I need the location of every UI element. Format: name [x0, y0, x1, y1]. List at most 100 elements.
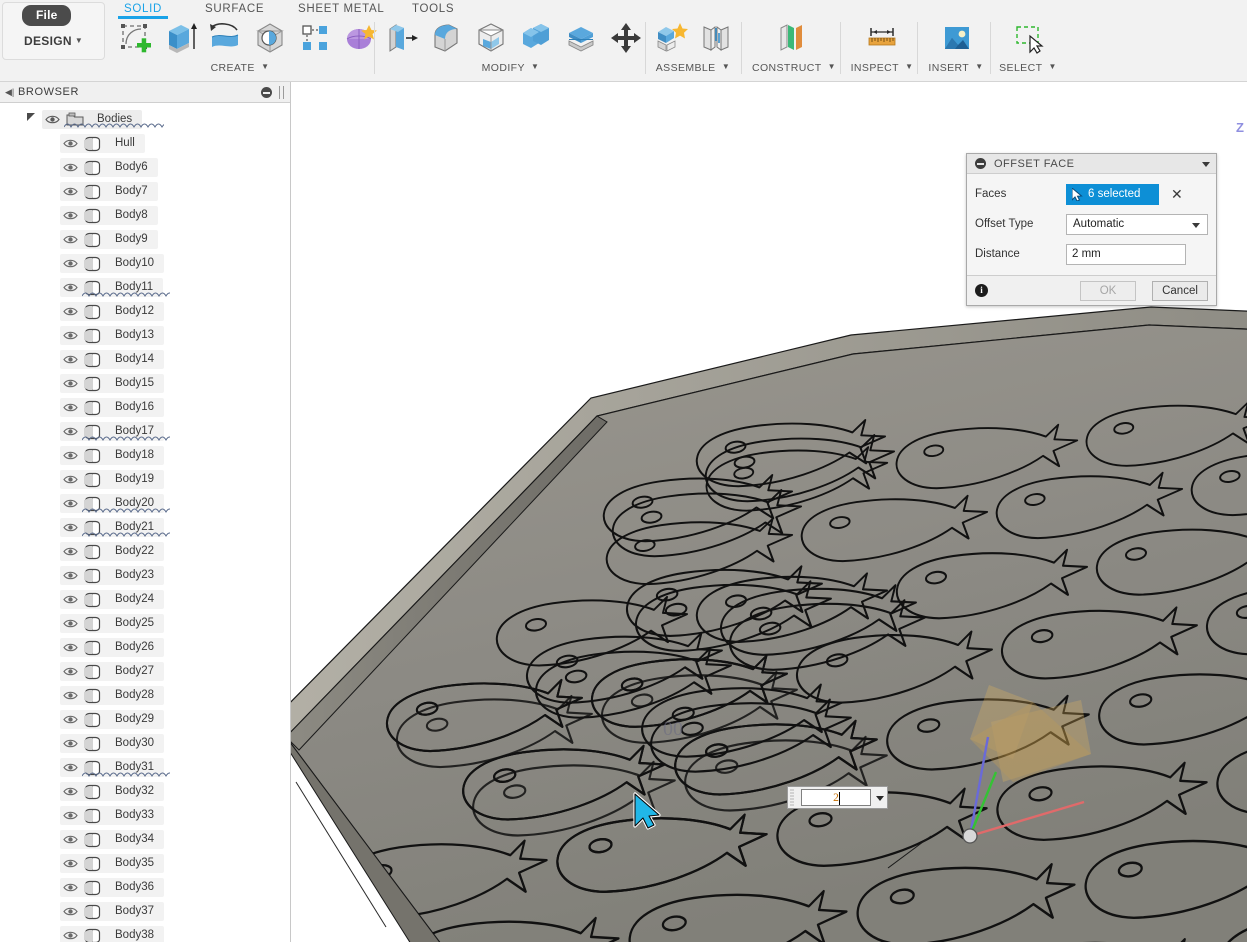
tab-tools[interactable]: TOOLS: [412, 3, 454, 15]
browser-item-body10[interactable]: Body10: [0, 251, 290, 275]
visibility-icon[interactable]: [60, 542, 82, 561]
visibility-icon[interactable]: [60, 254, 82, 273]
visibility-icon[interactable]: [60, 590, 82, 609]
visibility-icon[interactable]: [60, 614, 82, 633]
sweep-icon[interactable]: [251, 19, 289, 57]
browser-item-bodies[interactable]: Bodies: [0, 107, 290, 131]
design-workspace-dropdown[interactable]: DESIGN ▼: [24, 34, 83, 48]
browser-item-body8[interactable]: Body8: [0, 203, 290, 227]
dimension-value-field[interactable]: 2: [801, 789, 871, 806]
chevron-down-icon[interactable]: [872, 787, 887, 808]
cancel-button[interactable]: Cancel: [1152, 280, 1208, 301]
browser-item-body17[interactable]: Body17: [0, 419, 290, 443]
visibility-icon[interactable]: [60, 758, 82, 777]
browser-item-body12[interactable]: Body12: [0, 299, 290, 323]
browser-item-body35[interactable]: Body35: [0, 851, 290, 875]
visibility-icon[interactable]: [60, 566, 82, 585]
move-copy-icon[interactable]: [607, 19, 645, 57]
visibility-icon[interactable]: [60, 926, 82, 942]
ok-button[interactable]: OK: [1080, 280, 1136, 301]
ribbon-group-insert-label[interactable]: INSERT ▼: [925, 62, 987, 74]
visibility-icon[interactable]: [60, 134, 82, 153]
browser-item-body34[interactable]: Body34: [0, 827, 290, 851]
browser-item-body30[interactable]: Body30: [0, 731, 290, 755]
offset-face-icon[interactable]: [562, 19, 600, 57]
visibility-icon[interactable]: [60, 710, 82, 729]
ribbon-group-assemble-label[interactable]: ASSEMBLE ▼: [652, 62, 734, 74]
measure-icon[interactable]: [863, 19, 901, 57]
browser-item-body36[interactable]: Body36: [0, 875, 290, 899]
distance-input[interactable]: 2 mm: [1066, 243, 1186, 265]
browser-item-body13[interactable]: Body13: [0, 323, 290, 347]
tab-surface[interactable]: SURFACE: [205, 3, 264, 15]
visibility-icon[interactable]: [42, 110, 64, 129]
ribbon-group-construct-label[interactable]: CONSTRUCT ▼: [752, 62, 836, 74]
chevron-down-icon[interactable]: [1202, 162, 1210, 167]
visibility-icon[interactable]: [60, 470, 82, 489]
browser-item-body6[interactable]: Body6: [0, 155, 290, 179]
visibility-icon[interactable]: [60, 158, 82, 177]
visibility-icon[interactable]: [60, 326, 82, 345]
offset-face-dialog[interactable]: OFFSET FACE Faces 6 selected ✕ Offset Ty…: [966, 153, 1217, 306]
browser-item-body20[interactable]: Body20: [0, 491, 290, 515]
visibility-icon[interactable]: [60, 446, 82, 465]
visibility-icon[interactable]: [60, 350, 82, 369]
browser-item-body29[interactable]: Body29: [0, 707, 290, 731]
visibility-icon[interactable]: [60, 782, 82, 801]
visibility-icon[interactable]: [60, 374, 82, 393]
fillet-icon[interactable]: [427, 19, 465, 57]
browser-item-body9[interactable]: Body9: [0, 227, 290, 251]
browser-item-hull[interactable]: Hull: [0, 131, 290, 155]
visibility-icon[interactable]: [60, 734, 82, 753]
visibility-icon[interactable]: [60, 854, 82, 873]
browser-item-body25[interactable]: Body25: [0, 611, 290, 635]
joint-icon[interactable]: [697, 19, 735, 57]
pattern-icon[interactable]: [296, 19, 334, 57]
visibility-icon[interactable]: [60, 230, 82, 249]
inline-dimension-input[interactable]: 2: [787, 786, 888, 809]
collapse-panel-icon[interactable]: ◀|: [5, 87, 14, 98]
browser-item-body11[interactable]: Body11: [0, 275, 290, 299]
visibility-icon[interactable]: [60, 638, 82, 657]
visibility-icon[interactable]: [60, 182, 82, 201]
browser-item-body18[interactable]: Body18: [0, 443, 290, 467]
minimize-icon[interactable]: [975, 158, 986, 169]
new-component-icon[interactable]: [652, 19, 690, 57]
ribbon-group-create-label[interactable]: CREATE ▼: [116, 62, 364, 74]
visibility-icon[interactable]: [60, 278, 82, 297]
ribbon-group-select-label[interactable]: SELECT ▼: [997, 62, 1059, 74]
visibility-icon[interactable]: [60, 902, 82, 921]
visibility-icon[interactable]: [60, 806, 82, 825]
browser-item-body26[interactable]: Body26: [0, 635, 290, 659]
browser-item-body27[interactable]: Body27: [0, 659, 290, 683]
expand-collapse-icon[interactable]: [27, 113, 35, 121]
visibility-icon[interactable]: [60, 398, 82, 417]
browser-item-body16[interactable]: Body16: [0, 395, 290, 419]
visibility-icon[interactable]: [60, 662, 82, 681]
browser-item-body37[interactable]: Body37: [0, 899, 290, 923]
clear-selection-icon[interactable]: ✕: [1171, 187, 1183, 201]
ribbon-group-modify-label[interactable]: MODIFY ▼: [382, 62, 639, 74]
browser-item-body7[interactable]: Body7: [0, 179, 290, 203]
visibility-icon[interactable]: [60, 206, 82, 225]
browser-item-body14[interactable]: Body14: [0, 347, 290, 371]
browser-item-body19[interactable]: Body19: [0, 467, 290, 491]
browser-item-body15[interactable]: Body15: [0, 371, 290, 395]
shell-icon[interactable]: [472, 19, 510, 57]
combine-icon[interactable]: [517, 19, 555, 57]
offset-type-select[interactable]: Automatic: [1066, 213, 1208, 235]
ribbon-group-inspect-label[interactable]: INSPECT ▼: [848, 62, 916, 74]
browser-item-body22[interactable]: Body22: [0, 539, 290, 563]
faces-selection-button[interactable]: 6 selected: [1066, 183, 1159, 205]
visibility-icon[interactable]: [60, 518, 82, 537]
browser-item-body33[interactable]: Body33: [0, 803, 290, 827]
select-window-icon[interactable]: [1009, 19, 1047, 57]
visibility-icon[interactable]: [60, 686, 82, 705]
visibility-icon[interactable]: [60, 494, 82, 513]
browser-item-body28[interactable]: Body28: [0, 683, 290, 707]
panel-resize-grip[interactable]: [279, 86, 284, 99]
drag-grip-icon[interactable]: [788, 787, 800, 808]
browser-item-body24[interactable]: Body24: [0, 587, 290, 611]
insert-image-icon[interactable]: [937, 19, 975, 57]
browser-item-body23[interactable]: Body23: [0, 563, 290, 587]
